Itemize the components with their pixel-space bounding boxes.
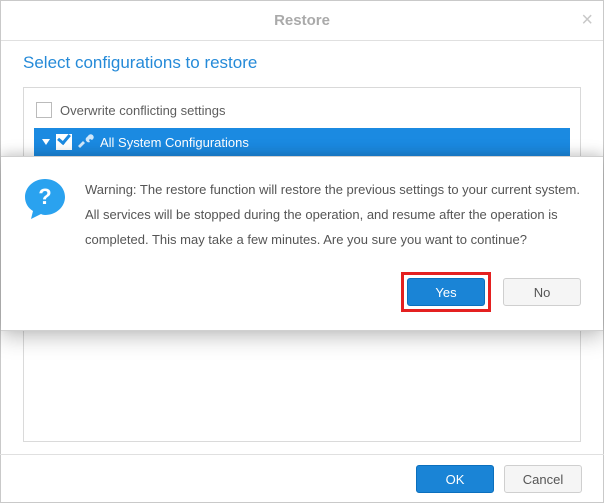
restore-window: Restore × Select configurations to resto… xyxy=(0,0,604,503)
close-icon[interactable]: × xyxy=(581,9,593,32)
overwrite-row[interactable]: Overwrite conflicting settings xyxy=(34,98,570,128)
window-title: Restore xyxy=(274,12,330,29)
svg-text:?: ? xyxy=(38,184,51,209)
question-icon: ? xyxy=(23,177,67,221)
window-footer: OK Cancel xyxy=(0,454,604,503)
yes-highlight: Yes xyxy=(401,272,491,312)
tree-root-label: All System Configurations xyxy=(100,135,249,150)
page-title: Select configurations to restore xyxy=(23,53,581,73)
dialog-footer: Yes No xyxy=(23,272,581,312)
titlebar: Restore × xyxy=(1,1,603,41)
overwrite-label: Overwrite conflicting settings xyxy=(60,103,225,118)
yes-button[interactable]: Yes xyxy=(407,278,485,306)
cancel-button[interactable]: Cancel xyxy=(504,465,582,493)
tree-root-row[interactable]: All System Configurations xyxy=(34,128,570,156)
chevron-down-icon[interactable] xyxy=(42,139,50,145)
no-button[interactable]: No xyxy=(503,278,581,306)
tools-icon xyxy=(78,134,94,150)
ok-button[interactable]: OK xyxy=(416,465,494,493)
overwrite-checkbox[interactable] xyxy=(36,102,52,118)
confirm-dialog: ? Warning: The restore function will res… xyxy=(1,156,603,331)
dialog-message: Warning: The restore function will resto… xyxy=(85,177,581,252)
root-checkbox[interactable] xyxy=(56,134,72,150)
